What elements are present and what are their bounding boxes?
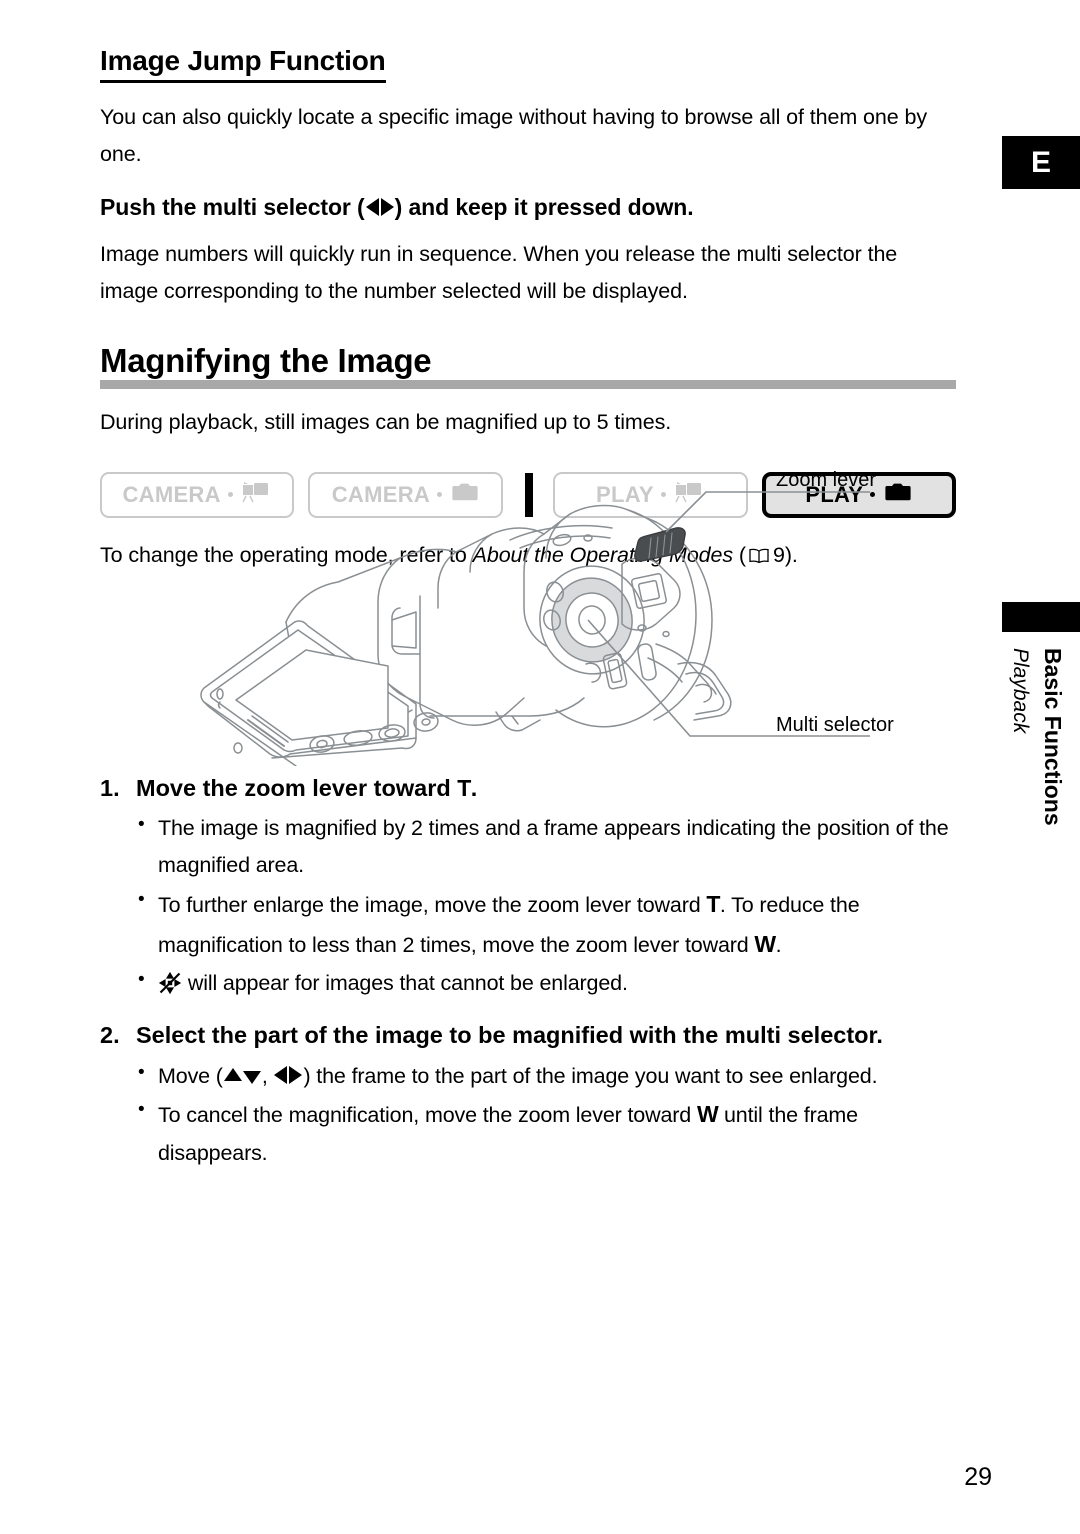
step-title-suffix: .	[470, 775, 478, 801]
step-number: 2.	[100, 1022, 120, 1049]
section-heading-image-jump: Image Jump Function	[100, 44, 956, 85]
list-item: Move (, ) the frame to the part of the i…	[136, 1057, 956, 1095]
left-right-arrows-icon	[365, 189, 394, 226]
zoom-key-w: W	[696, 1101, 719, 1128]
step-title-prefix: Move the zoom lever toward	[136, 775, 458, 801]
section-heading-magnifying: Magnifying the Image	[100, 343, 956, 392]
bullet-part-1: Move (	[158, 1063, 223, 1088]
step-2: 2. Select the part of the image to be ma…	[100, 1018, 956, 1172]
language-marker: E	[1002, 136, 1080, 189]
list-item: The image is magnified by 2 times and a …	[136, 809, 956, 884]
no-magnify-icon	[158, 970, 182, 995]
step-title: Select the part of the image to be magni…	[136, 1022, 883, 1049]
step-number: 1.	[100, 775, 120, 801]
callout-label-multi-selector: Multi selector	[776, 714, 894, 736]
list-item: To cancel the magnification, move the zo…	[136, 1094, 956, 1172]
magnifying-intro: During playback, still images can be mag…	[100, 409, 672, 434]
bullet-part-3: ) the frame to the part of the image you…	[303, 1063, 878, 1088]
heading-text: Image Jump Function	[100, 44, 386, 84]
image-jump-intro: You can also quickly locate a specific i…	[100, 105, 927, 166]
page-number: 29	[964, 1463, 992, 1491]
zoom-lever-leader	[665, 491, 870, 533]
bullet-part-1: To further enlarge the image, move the z…	[158, 893, 707, 918]
side-tab-bar	[1002, 602, 1080, 632]
image-jump-instruction: Push the multi selector ( ) and keep it p…	[100, 189, 956, 226]
heading-text: Magnifying the Image	[100, 343, 442, 377]
bullet-part-3: .	[775, 932, 782, 957]
callout-label-zoom-lever: Zoom lever	[776, 469, 877, 491]
zoom-key-w: W	[754, 930, 776, 957]
list-item: To further enlarge the image, move the z…	[136, 884, 956, 964]
step-2-heading: 2. Select the part of the image to be ma…	[100, 1018, 956, 1053]
step-1-heading: 1. Move the zoom lever toward T.	[100, 771, 956, 806]
heading-rule	[100, 379, 956, 389]
manual-page: E Basic Functions Playback Image Jump Fu…	[0, 0, 1080, 1534]
bullet-part-2: ,	[261, 1063, 274, 1088]
left-right-arrows-icon	[274, 1058, 303, 1095]
step-2-bullets: Move (, ) the frame to the part of the i…	[136, 1057, 956, 1172]
steps-column: 1. Move the zoom lever toward T. The ima…	[100, 755, 956, 1176]
up-down-arrows-icon	[223, 1058, 261, 1095]
step-1-bullets: The image is magnified by 2 times and a …	[136, 809, 956, 1002]
instruction-prefix: Push the multi selector (	[100, 193, 365, 220]
zoom-key-t: T	[706, 891, 720, 918]
bullet-text: will appear for images that cannot be en…	[187, 971, 628, 996]
image-jump-detail: Image numbers will quickly run in sequen…	[100, 241, 898, 303]
bullet-part-1: To cancel the magnification, move the zo…	[158, 1103, 697, 1128]
list-item: will appear for images that cannot be en…	[136, 964, 956, 1002]
side-tab-section: Playback	[1009, 648, 1032, 734]
instruction-suffix: ) and keep it pressed down.	[394, 193, 694, 220]
camcorder-illustration: Zoom lever Multi selector	[100, 448, 980, 767]
zoom-key-t: T	[457, 775, 471, 801]
side-tab-chapter: Basic Functions	[1040, 648, 1066, 826]
step-1: 1. Move the zoom lever toward T. The ima…	[100, 771, 956, 1002]
step-title: Move the zoom lever toward T.	[136, 771, 956, 806]
